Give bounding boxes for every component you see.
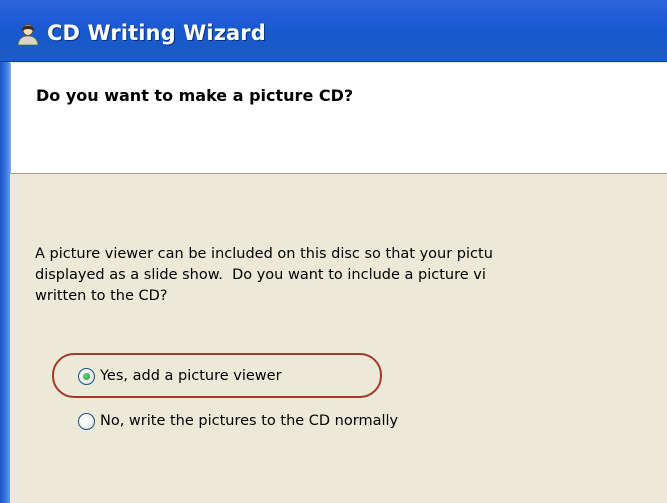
window-left-border xyxy=(0,62,10,503)
radio-button-selected-icon[interactable] xyxy=(78,367,95,385)
description-line-3: written to the CD? xyxy=(35,288,168,304)
option-yes-picture-viewer[interactable]: Yes, add a picture viewer xyxy=(78,364,282,388)
description-text: A picture viewer can be included on this… xyxy=(35,244,667,307)
cd-writer-person-icon xyxy=(17,24,39,45)
page-title: Do you want to make a picture CD? xyxy=(36,86,354,105)
description-line-2: displayed as a slide show. Do you want t… xyxy=(35,267,486,283)
option-yes-label: Yes, add a picture viewer xyxy=(100,368,282,384)
wizard-header: Do you want to make a picture CD? xyxy=(10,63,667,174)
option-no-write-normally[interactable]: No, write the pictures to the CD normall… xyxy=(78,409,398,433)
title-bar[interactable]: CD Writing Wizard xyxy=(0,0,667,62)
window-title: CD Writing Wizard xyxy=(47,21,266,45)
radio-button-icon[interactable] xyxy=(78,412,95,430)
option-no-label: No, write the pictures to the CD normall… xyxy=(100,413,399,429)
description-line-1: A picture viewer can be included on this… xyxy=(35,246,493,262)
cd-writing-wizard-window: CD Writing Wizard Do you want to make a … xyxy=(0,0,667,503)
